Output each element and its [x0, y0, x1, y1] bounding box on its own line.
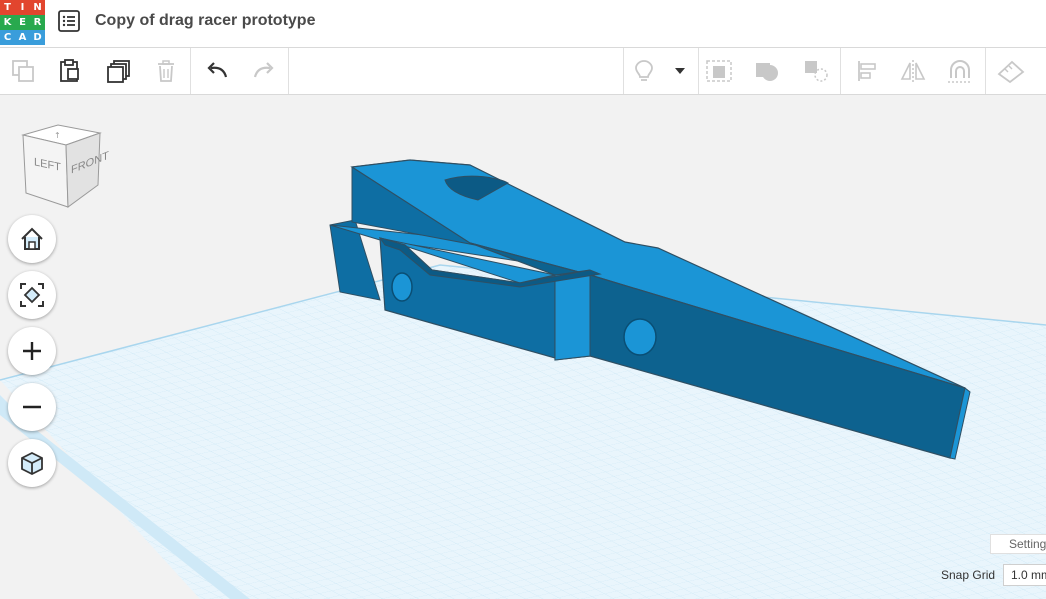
- design-title[interactable]: Copy of drag racer prototype: [95, 12, 315, 30]
- home-view-icon: [21, 227, 43, 250]
- list-icon: [58, 10, 80, 32]
- ortho-view-button[interactable]: [8, 439, 56, 487]
- tinkercad-logo[interactable]: T I N K E R C A D: [0, 0, 45, 45]
- hole-button[interactable]: [752, 56, 782, 86]
- logo-letter: N: [30, 0, 45, 15]
- cruise-magnet-icon: [948, 60, 972, 83]
- paste-button[interactable]: [55, 56, 85, 86]
- align-icon: [858, 61, 876, 81]
- redo-button[interactable]: [249, 56, 279, 86]
- ungroup-button[interactable]: [801, 56, 831, 86]
- align-button[interactable]: [852, 56, 882, 86]
- toolbar-divider: [288, 48, 289, 94]
- undo-button[interactable]: [202, 56, 232, 86]
- zoom-out-icon: [23, 405, 41, 409]
- fit-view-icon: [20, 283, 44, 307]
- redo-icon: [253, 62, 274, 78]
- duplicate-button[interactable]: [104, 56, 134, 86]
- toolbar-divider: [190, 48, 191, 94]
- workplane-ruler-icon: [997, 60, 1025, 84]
- notes-dropdown-button[interactable]: [667, 56, 693, 86]
- workplane-button[interactable]: [996, 56, 1026, 86]
- view-cube[interactable]: ↑ LEFT FRONT: [18, 123, 109, 211]
- home-view-button[interactable]: [8, 215, 56, 263]
- copy-button[interactable]: [8, 56, 38, 86]
- paste-icon: [60, 59, 79, 82]
- copy-icon: [12, 60, 34, 82]
- cruise-button[interactable]: [945, 56, 975, 86]
- ungroup-icon: [805, 61, 828, 82]
- logo-letter: T: [0, 0, 15, 15]
- logo-letter: E: [15, 15, 30, 30]
- zoom-out-button[interactable]: [8, 383, 56, 431]
- zoom-in-button[interactable]: [8, 327, 56, 375]
- logo-letter: D: [30, 30, 45, 45]
- snap-grid-label: Snap Grid: [941, 568, 996, 582]
- group-button[interactable]: [704, 56, 734, 86]
- logo-letter: A: [15, 30, 30, 45]
- snap-grid-select[interactable]: 1.0 mm: [1003, 564, 1046, 586]
- undo-icon: [207, 62, 228, 78]
- settings-button[interactable]: Settings: [990, 534, 1046, 554]
- delete-button[interactable]: [151, 56, 181, 86]
- drag-racer-model[interactable]: [0, 95, 1046, 599]
- mirror-icon: [900, 60, 926, 82]
- delete-icon: [158, 60, 174, 82]
- notes-button[interactable]: [629, 56, 659, 86]
- ortho-view-icon: [21, 451, 43, 476]
- group-icon: [706, 60, 732, 82]
- 3d-viewport[interactable]: ↑ LEFT FRONT: [0, 95, 1046, 599]
- logo-letter: C: [0, 30, 15, 45]
- fit-view-button[interactable]: [8, 271, 56, 319]
- zoom-in-icon: [23, 342, 41, 360]
- edit-toolbar: [0, 48, 1046, 95]
- toolbar-divider: [985, 48, 986, 94]
- logo-letter: R: [30, 15, 45, 30]
- mirror-button[interactable]: [898, 56, 928, 86]
- toolbar-divider: [698, 48, 699, 94]
- toolbar-divider: [623, 48, 624, 94]
- design-list-button[interactable]: [58, 10, 80, 32]
- dropdown-caret-icon: [675, 68, 685, 74]
- toolbar-divider: [840, 48, 841, 94]
- logo-letter: I: [15, 0, 30, 15]
- hole-icon: [756, 63, 778, 81]
- logo-letter: K: [0, 15, 15, 30]
- note-lightbulb-icon: [635, 60, 653, 81]
- duplicate-icon: [107, 60, 130, 83]
- app-header: T I N K E R C A D Copy of drag racer pro…: [0, 0, 1046, 48]
- svg-text:↑: ↑: [54, 131, 61, 140]
